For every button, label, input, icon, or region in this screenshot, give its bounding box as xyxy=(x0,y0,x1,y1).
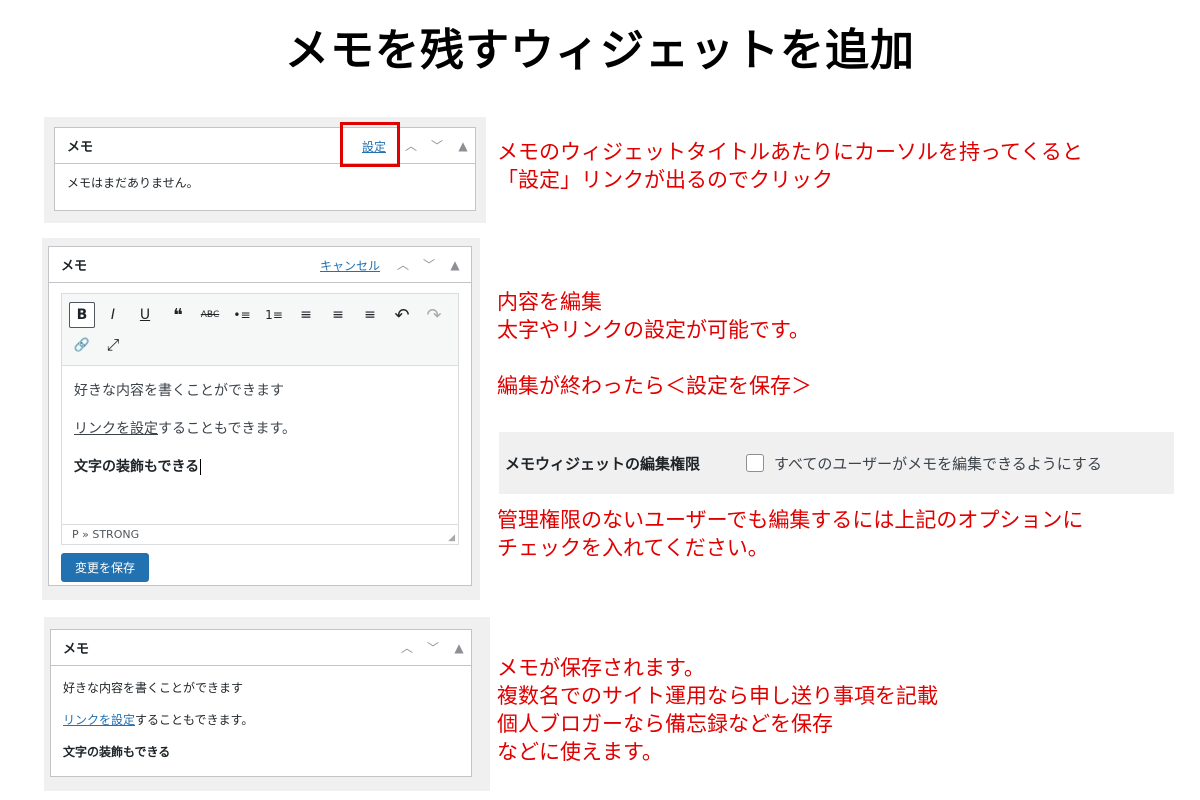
editor-content[interactable]: 好きな内容を書くことができます リンクを設定することもできます。 文字の装飾もで… xyxy=(62,366,458,524)
note-line: チェックを入れてください。 xyxy=(497,536,769,560)
widget-title: メモ xyxy=(63,642,90,657)
italic-button[interactable]: I xyxy=(100,302,126,328)
numbered-list-button[interactable]: 1≡ xyxy=(261,302,287,328)
page-title: メモを残すウィジェットを追加 xyxy=(285,25,915,76)
step2-note: 内容を編集 太字やリンクの設定が可能です。 編集が終わったら＜設定を保存＞ xyxy=(497,288,812,400)
align-center-button[interactable]: ≡ xyxy=(325,302,351,328)
widget-body: 好きな内容を書くことができます リンクを設定することもできます。 文字の装飾もで… xyxy=(51,666,471,770)
content-line-3: 文字の装飾もできる xyxy=(74,456,446,476)
widget-header[interactable]: メモ ︿ ﹀ ▲ xyxy=(51,630,471,666)
move-down-icon[interactable]: ﹀ xyxy=(429,137,445,154)
note-line: 複数名でのサイト運用なら申し送り事項を記載 xyxy=(497,684,938,708)
element-path: P » STRONG xyxy=(72,528,140,541)
permission-option-panel: メモウィジェットの編集権限 すべてのユーザーがメモを編集できるようにする xyxy=(499,432,1174,494)
note-line: 編集が終わったら＜設定を保存＞ xyxy=(497,374,812,398)
step3-note: メモが保存されます。 複数名でのサイト運用なら申し送り事項を記載 個人ブロガーな… xyxy=(497,654,938,766)
saved-link[interactable]: リンクを設定 xyxy=(63,713,135,727)
blockquote-button[interactable]: ❝ xyxy=(165,302,191,328)
move-up-icon[interactable]: ︿ xyxy=(403,137,419,154)
widget-header[interactable]: メモ 設定 ︿ ﹀ ▲ xyxy=(55,128,475,164)
highlight-box xyxy=(340,122,400,167)
saved-text: することもできます。 xyxy=(135,713,254,727)
saved-line-2: リンクを設定することもできます。 xyxy=(63,712,459,728)
text-caret xyxy=(200,459,202,475)
toggle-icon[interactable]: ▲ xyxy=(447,258,463,272)
memo-widget: メモ 設定 ︿ ﹀ ▲ メモはまだありません。 xyxy=(54,127,476,211)
align-left-button[interactable]: ≡ xyxy=(293,302,319,328)
memo-widget-saved: メモ ︿ ﹀ ▲ 好きな内容を書くことができます リンクを設定することもできます… xyxy=(50,629,472,777)
widget-body: メモはまだありません。 xyxy=(55,164,475,201)
bullet-list-button[interactable]: •≡ xyxy=(229,302,255,328)
saved-line-3: 文字の装飾もできる xyxy=(63,745,171,759)
empty-text: メモはまだありません。 xyxy=(67,176,199,190)
permission-label: メモウィジェットの編集権限 xyxy=(505,454,701,473)
memo-widget-editing: メモ キャンセル ︿ ﹀ ▲ B I U ❝ ABC •≡ 1≡ ≡ ≡ ≡ ↶… xyxy=(48,246,472,586)
widget-title: メモ xyxy=(67,140,94,155)
move-up-icon[interactable]: ︿ xyxy=(395,256,411,273)
note-line: 「設定」リンクが出るのでクリック xyxy=(497,168,833,192)
content-link[interactable]: リンクを設定 xyxy=(74,421,158,437)
content-text: することもできます。 xyxy=(158,421,297,437)
widget-controls: ︿ ﹀ ▲ xyxy=(399,639,467,656)
rich-text-editor: B I U ❝ ABC •≡ 1≡ ≡ ≡ ≡ ↶ ↷ 🔗 ⤢ 好きな内容を書く… xyxy=(61,293,459,545)
step3-screenshot: メモ ︿ ﹀ ▲ 好きな内容を書くことができます リンクを設定することもできます… xyxy=(44,617,490,791)
step2-screenshot: メモ キャンセル ︿ ﹀ ▲ B I U ❝ ABC •≡ 1≡ ≡ ≡ ≡ ↶… xyxy=(42,238,480,600)
note-line: 太字やリンクの設定が可能です。 xyxy=(497,318,810,342)
widget-controls: ︿ ﹀ ▲ xyxy=(403,137,471,154)
strikethrough-button[interactable]: ABC xyxy=(197,302,223,328)
move-down-icon[interactable]: ﹀ xyxy=(425,639,441,656)
note-line xyxy=(497,344,812,372)
move-down-icon[interactable]: ﹀ xyxy=(421,256,437,273)
toggle-icon[interactable]: ▲ xyxy=(451,641,467,655)
editor-statusbar: P » STRONG ◢ xyxy=(62,524,458,544)
permission-checkbox[interactable] xyxy=(746,454,765,472)
widget-title: メモ xyxy=(61,259,88,274)
underline-button[interactable]: U xyxy=(132,302,158,328)
saved-line-1: 好きな内容を書くことができます xyxy=(63,681,244,695)
bold-button[interactable]: B xyxy=(69,302,95,328)
widget-controls: ︿ ﹀ ▲ xyxy=(395,256,463,273)
align-right-button[interactable]: ≡ xyxy=(357,302,383,328)
bold-text: 文字の装飾もできる xyxy=(74,459,200,475)
content-line-1: 好きな内容を書くことができます xyxy=(74,383,284,399)
resize-handle-icon[interactable]: ◢ xyxy=(448,533,455,543)
permission-checkbox-label[interactable]: すべてのユーザーがメモを編集できるようにする xyxy=(774,453,1102,474)
note-line: 管理権限のないユーザーでも編集するには上記のオプションに xyxy=(497,508,1084,532)
step1-note: メモのウィジェットタイトルあたりにカーソルを持ってくると 「設定」リンクが出るの… xyxy=(497,138,1083,194)
permission-note: 管理権限のないユーザーでも編集するには上記のオプションに チェックを入れてくださ… xyxy=(497,506,1083,562)
widget-header[interactable]: メモ キャンセル ︿ ﹀ ▲ xyxy=(49,247,471,283)
link-button[interactable]: 🔗 xyxy=(69,332,95,358)
cancel-link[interactable]: キャンセル xyxy=(320,257,380,274)
note-line: メモが保存されます。 xyxy=(497,656,705,680)
fullscreen-button[interactable]: ⤢ xyxy=(100,332,126,358)
note-line: 内容を編集 xyxy=(497,290,602,314)
toggle-icon[interactable]: ▲ xyxy=(455,139,471,153)
content-line-2: リンクを設定することもできます。 xyxy=(74,418,446,438)
note-line: などに使えます。 xyxy=(497,740,663,764)
step1-screenshot: メモ 設定 ︿ ﹀ ▲ メモはまだありません。 xyxy=(44,117,486,223)
note-line: 個人ブロガーなら備忘録などを保存 xyxy=(497,712,833,736)
save-button[interactable]: 変更を保存 xyxy=(61,553,149,582)
move-up-icon[interactable]: ︿ xyxy=(399,639,415,656)
note-line: メモのウィジェットタイトルあたりにカーソルを持ってくると xyxy=(497,140,1083,164)
undo-button[interactable]: ↶ xyxy=(389,302,415,328)
redo-button[interactable]: ↷ xyxy=(421,302,447,328)
editor-toolbar: B I U ❝ ABC •≡ 1≡ ≡ ≡ ≡ ↶ ↷ 🔗 ⤢ xyxy=(62,294,458,366)
